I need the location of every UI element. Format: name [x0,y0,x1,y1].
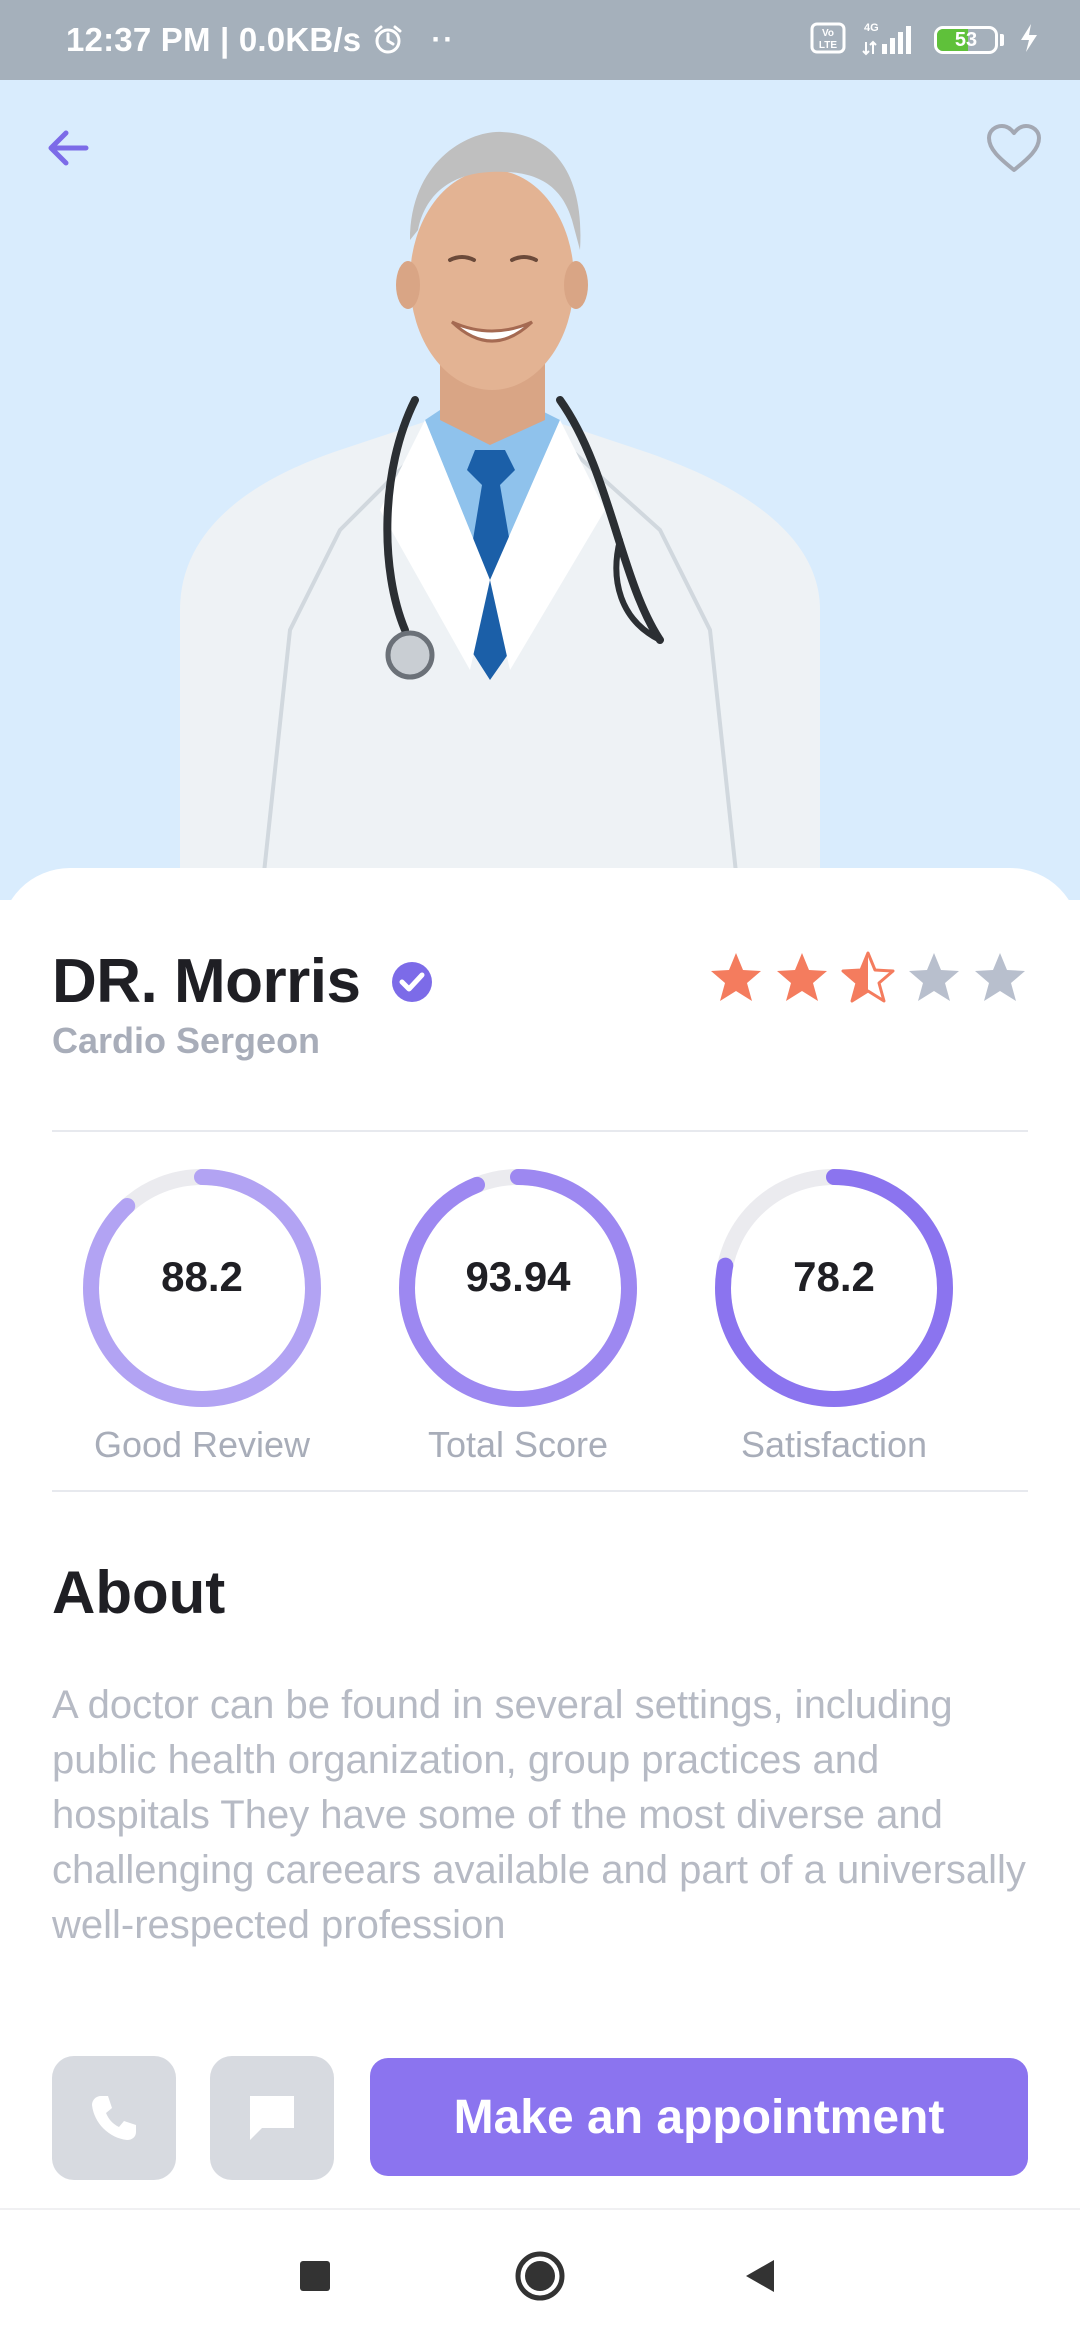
network-label: 4G [864,22,879,34]
charging-icon [1018,22,1040,59]
star-empty-icon [972,950,1028,1006]
make-appointment-button[interactable]: Make an appointment [370,2058,1028,2176]
stat-total-score: 93.94 Total Score [368,1168,668,1488]
star-full-icon [774,950,830,1006]
triangle-back-icon [746,2260,774,2292]
message-button[interactable] [210,2056,334,2180]
about-title: About [52,1559,226,1626]
stat-good-review: 88.2 Good Review [52,1168,352,1488]
arrow-left-icon [48,130,89,166]
home-button[interactable] [510,2246,570,2306]
battery-level: 53 [954,28,978,51]
satisfaction-label: Satisfaction [740,1424,928,1465]
verified-icon [390,960,434,1004]
square-icon [300,2261,330,2291]
good-review-value: 88.2 [161,1253,243,1300]
total-score-label: Total Score [427,1424,609,1465]
good-review-label: Good Review [93,1424,311,1465]
battery-body: 53 [934,26,998,54]
doctor-specialty: Cardio Sergeon [52,1020,321,1061]
alarm-icon [371,23,405,57]
recents-button[interactable] [285,2246,345,2306]
stats-row: 88.2 Good Review 93.94 Total Score 78.2 … [52,1168,1028,1488]
divider-top [52,1130,1028,1132]
signal-icon: 4G [860,20,920,61]
rating-stars [708,950,1028,1006]
about-text: A doctor can be found in several setting… [52,1683,1026,1947]
system-nav-bar [0,2208,1080,2340]
doctor-name: DR. Morris [52,947,361,1016]
status-time-speed: 12:37 PM | 0.0KB/s [66,21,362,58]
satisfaction-value: 78.2 [793,1253,875,1300]
status-bar: 12:37 PM | 0.0KB/s ·· Vo LTE 4G 53 [0,0,1080,80]
total-score-value: 93.94 [465,1253,571,1300]
stat-satisfaction: 78.2 Satisfaction [684,1168,984,1488]
heart-outline-icon [987,124,1041,172]
call-button[interactable] [52,2056,176,2180]
svg-text:Vo: Vo [822,28,834,39]
phone-icon [92,2096,136,2140]
battery-tip [1000,34,1004,46]
doctor-card: DR. Morris Cardio Sergeon 88.2 Good Revi… [0,868,1080,2208]
star-half-icon [840,950,896,1006]
star-empty-icon [906,950,962,1006]
name-row: DR. Morris [52,946,434,1017]
doctor-photo [180,131,820,900]
status-dots: ·· [431,23,456,56]
volte-icon: Vo LTE [810,22,846,59]
divider-bottom [52,1490,1028,1492]
doctor-hero [0,80,1080,900]
back-nav-button[interactable] [730,2246,790,2306]
favorite-button[interactable] [982,116,1046,180]
back-button[interactable] [38,118,98,178]
status-right: Vo LTE 4G 53 [810,20,1040,61]
battery-icon: 53 [934,26,1004,54]
star-full-icon [708,950,764,1006]
svg-text:LTE: LTE [819,40,837,51]
chat-icon [250,2096,294,2140]
action-row: Make an appointment [52,2056,1028,2180]
status-left: 12:37 PM | 0.0KB/s ·· [66,21,455,59]
circle-icon [515,2251,565,2301]
